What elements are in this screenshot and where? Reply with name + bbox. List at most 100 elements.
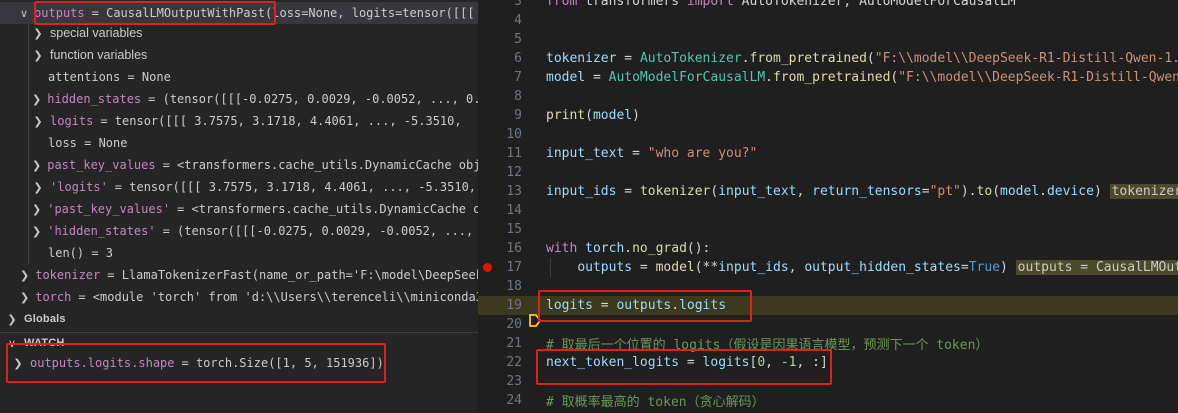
variable-value: = LlamaTokenizerFast(name_or_path='F:\mo…	[107, 268, 478, 282]
variable-name: logits	[50, 114, 94, 128]
line-number: 10	[506, 127, 522, 143]
code-line[interactable]: 16 with torch.no_grad():	[478, 239, 1178, 258]
variable-tokenizer[interactable]: ❯ tokenizer = LlamaTokenizerFast(name_or…	[0, 264, 478, 286]
code-text: tokenizer = AutoTokenizer.from_pretraine…	[546, 51, 1178, 67]
line-number: 6	[514, 51, 522, 67]
variable-logits-key[interactable]: ❯ 'logits' = tensor([[[ 3.7575, 3.1718, …	[0, 176, 478, 198]
code-editor[interactable]: 3 from transformers import AutoTokenizer…	[478, 0, 1178, 413]
chevron-right-icon[interactable]: ❯	[20, 291, 29, 304]
variable-name: past_key_values	[47, 158, 156, 172]
variable-name: tokenizer	[35, 268, 101, 282]
annotation-box	[538, 290, 752, 322]
code-text: from transformers import AutoTokenizer, …	[546, 0, 1016, 10]
line-number: 12	[506, 165, 522, 181]
line-number: 8	[514, 89, 522, 105]
variable-value: = <transformers.cache_utils.DynamicCache…	[177, 202, 478, 216]
line-number: 20	[506, 317, 522, 333]
code-text: input_ids = tokenizer(input_text, return…	[546, 184, 1178, 200]
chevron-right-icon[interactable]: ❯	[32, 49, 44, 62]
variable-hidden-states-key[interactable]: ❯ 'hidden_states' = (tensor([[[-0.0275, …	[0, 220, 478, 242]
scope-label: Globals	[24, 313, 66, 325]
line-number: 14	[506, 203, 522, 219]
variable-text: attentions = None	[48, 70, 171, 84]
code-line[interactable]: 15	[478, 220, 1178, 239]
variable-text: len() = 3	[48, 246, 114, 260]
variable-value: = <transformers.cache_utils.DynamicCache…	[162, 158, 478, 172]
variable-text: loss = None	[48, 136, 128, 150]
variable-past-key-values-key[interactable]: ❯ 'past_key_values' = <transformers.cach…	[0, 198, 478, 220]
chevron-right-icon[interactable]: ❯	[20, 269, 29, 282]
variable-loss[interactable]: loss = None	[0, 132, 478, 154]
code-line[interactable]: 12	[478, 163, 1178, 182]
line-number: 5	[514, 32, 522, 48]
variable-name: torch	[35, 290, 72, 304]
variable-value: = <module 'torch' from 'd:\\Users\\teren…	[78, 290, 478, 304]
chevron-right-icon[interactable]: ❯	[32, 27, 44, 40]
line-number: 21	[506, 336, 522, 352]
variable-name: 'logits'	[50, 180, 108, 194]
annotation-box	[34, 1, 276, 25]
code-line[interactable]: 13 input_ids = tokenizer(input_text, ret…	[478, 182, 1178, 201]
tree-item-special-variables[interactable]: ❯ special variables	[0, 22, 478, 44]
code-line[interactable]: 24 # 取概率最高的 token（贪心解码）	[478, 391, 1178, 410]
variable-torch[interactable]: ❯ torch = <module 'torch' from 'd:\\User…	[0, 286, 478, 308]
chevron-right-icon[interactable]: ❯	[32, 225, 41, 238]
debug-sidebar: ∨ outputs = CausalLMOutputWithPast(loss=…	[0, 0, 478, 413]
line-number: 17	[506, 260, 522, 276]
code-line[interactable]: 6 tokenizer = AutoTokenizer.from_pretrai…	[478, 49, 1178, 68]
variable-value: = (tensor([[[-0.0275, 0.0029, -0.0052, .…	[162, 224, 478, 238]
line-number: 7	[514, 70, 522, 86]
variable-hidden-states[interactable]: ❯ hidden_states = (tensor([[[-0.0275, 0.…	[0, 88, 478, 110]
variable-name: 'hidden_states'	[47, 224, 156, 238]
code-line[interactable]: 7 model = AutoModelForCausalLM.from_pret…	[478, 68, 1178, 87]
line-number: 19	[506, 298, 522, 314]
code-line[interactable]: 8	[478, 87, 1178, 106]
code-line[interactable]: 9 print(model)	[478, 106, 1178, 125]
chevron-right-icon[interactable]: ❯	[32, 159, 41, 172]
code-text: print(model)	[546, 108, 640, 124]
variable-len[interactable]: len() = 3	[0, 242, 478, 264]
line-number: 3	[514, 0, 522, 10]
code-line[interactable]: 4	[478, 11, 1178, 30]
code-text: model = AutoModelForCausalLM.from_pretra…	[546, 70, 1178, 86]
variable-past-key-values[interactable]: ❯ past_key_values = <transformers.cache_…	[0, 154, 478, 176]
code-line[interactable]: 14	[478, 201, 1178, 220]
variable-value: = tensor([[[ 3.7575, 3.1718, 4.4061, ...…	[100, 114, 462, 128]
variable-attentions[interactable]: attentions = None	[0, 66, 478, 88]
variable-logits[interactable]: ❯ logits = tensor([[[ 3.7575, 3.1718, 4.…	[0, 110, 478, 132]
variable-value: = (tensor([[[-0.0275, 0.0029, -0.0052, .…	[148, 92, 478, 106]
code-line[interactable]: 3 from transformers import AutoTokenizer…	[478, 0, 1178, 11]
chevron-right-icon[interactable]: ❯	[6, 313, 18, 326]
line-number: 16	[506, 241, 522, 257]
annotation-box	[536, 349, 832, 385]
line-number: 4	[514, 13, 522, 29]
line-number: 15	[506, 222, 522, 238]
code-comment: # 取概率最高的 token（贪心解码）	[546, 395, 765, 411]
chevron-right-icon[interactable]: ❯	[32, 203, 41, 216]
code-text: with torch.no_grad():	[546, 241, 711, 257]
code-line[interactable]: 17 outputs = model(**input_ids, output_h…	[478, 258, 1178, 277]
line-number: 23	[506, 374, 522, 390]
line-number: 18	[506, 279, 522, 295]
chevron-right-icon[interactable]: ❯	[32, 115, 44, 128]
scope-globals[interactable]: ❯ Globals	[0, 308, 478, 330]
line-number: 11	[506, 146, 522, 162]
chevron-right-icon[interactable]: ❯	[32, 181, 44, 194]
tree-item-label: function variables	[50, 48, 148, 62]
inline-value: outputs = CausalLMOutputWithPast(loss=No…	[1015, 260, 1178, 276]
variable-name: hidden_states	[47, 92, 142, 106]
code-line[interactable]: 10	[478, 125, 1178, 144]
chevron-right-icon[interactable]: ❯	[32, 93, 41, 106]
line-number: 22	[506, 355, 522, 371]
code-text: outputs = model(**input_ids, output_hidd…	[546, 260, 1178, 276]
code-text: input_text = "who are you?"	[546, 146, 758, 162]
variable-value: = tensor([[[ 3.7575, 3.1718, 4.4061, ...…	[114, 180, 477, 194]
chevron-down-icon[interactable]: ∨	[20, 7, 28, 20]
line-number: 24	[506, 393, 522, 409]
code-line[interactable]: 5	[478, 30, 1178, 49]
tree-item-label: special variables	[50, 26, 143, 40]
line-number: 9	[514, 108, 522, 124]
variable-name: 'past_key_values'	[47, 202, 171, 216]
code-line[interactable]: 11 input_text = "who are you?"	[478, 144, 1178, 163]
tree-item-function-variables[interactable]: ❯ function variables	[0, 44, 478, 66]
